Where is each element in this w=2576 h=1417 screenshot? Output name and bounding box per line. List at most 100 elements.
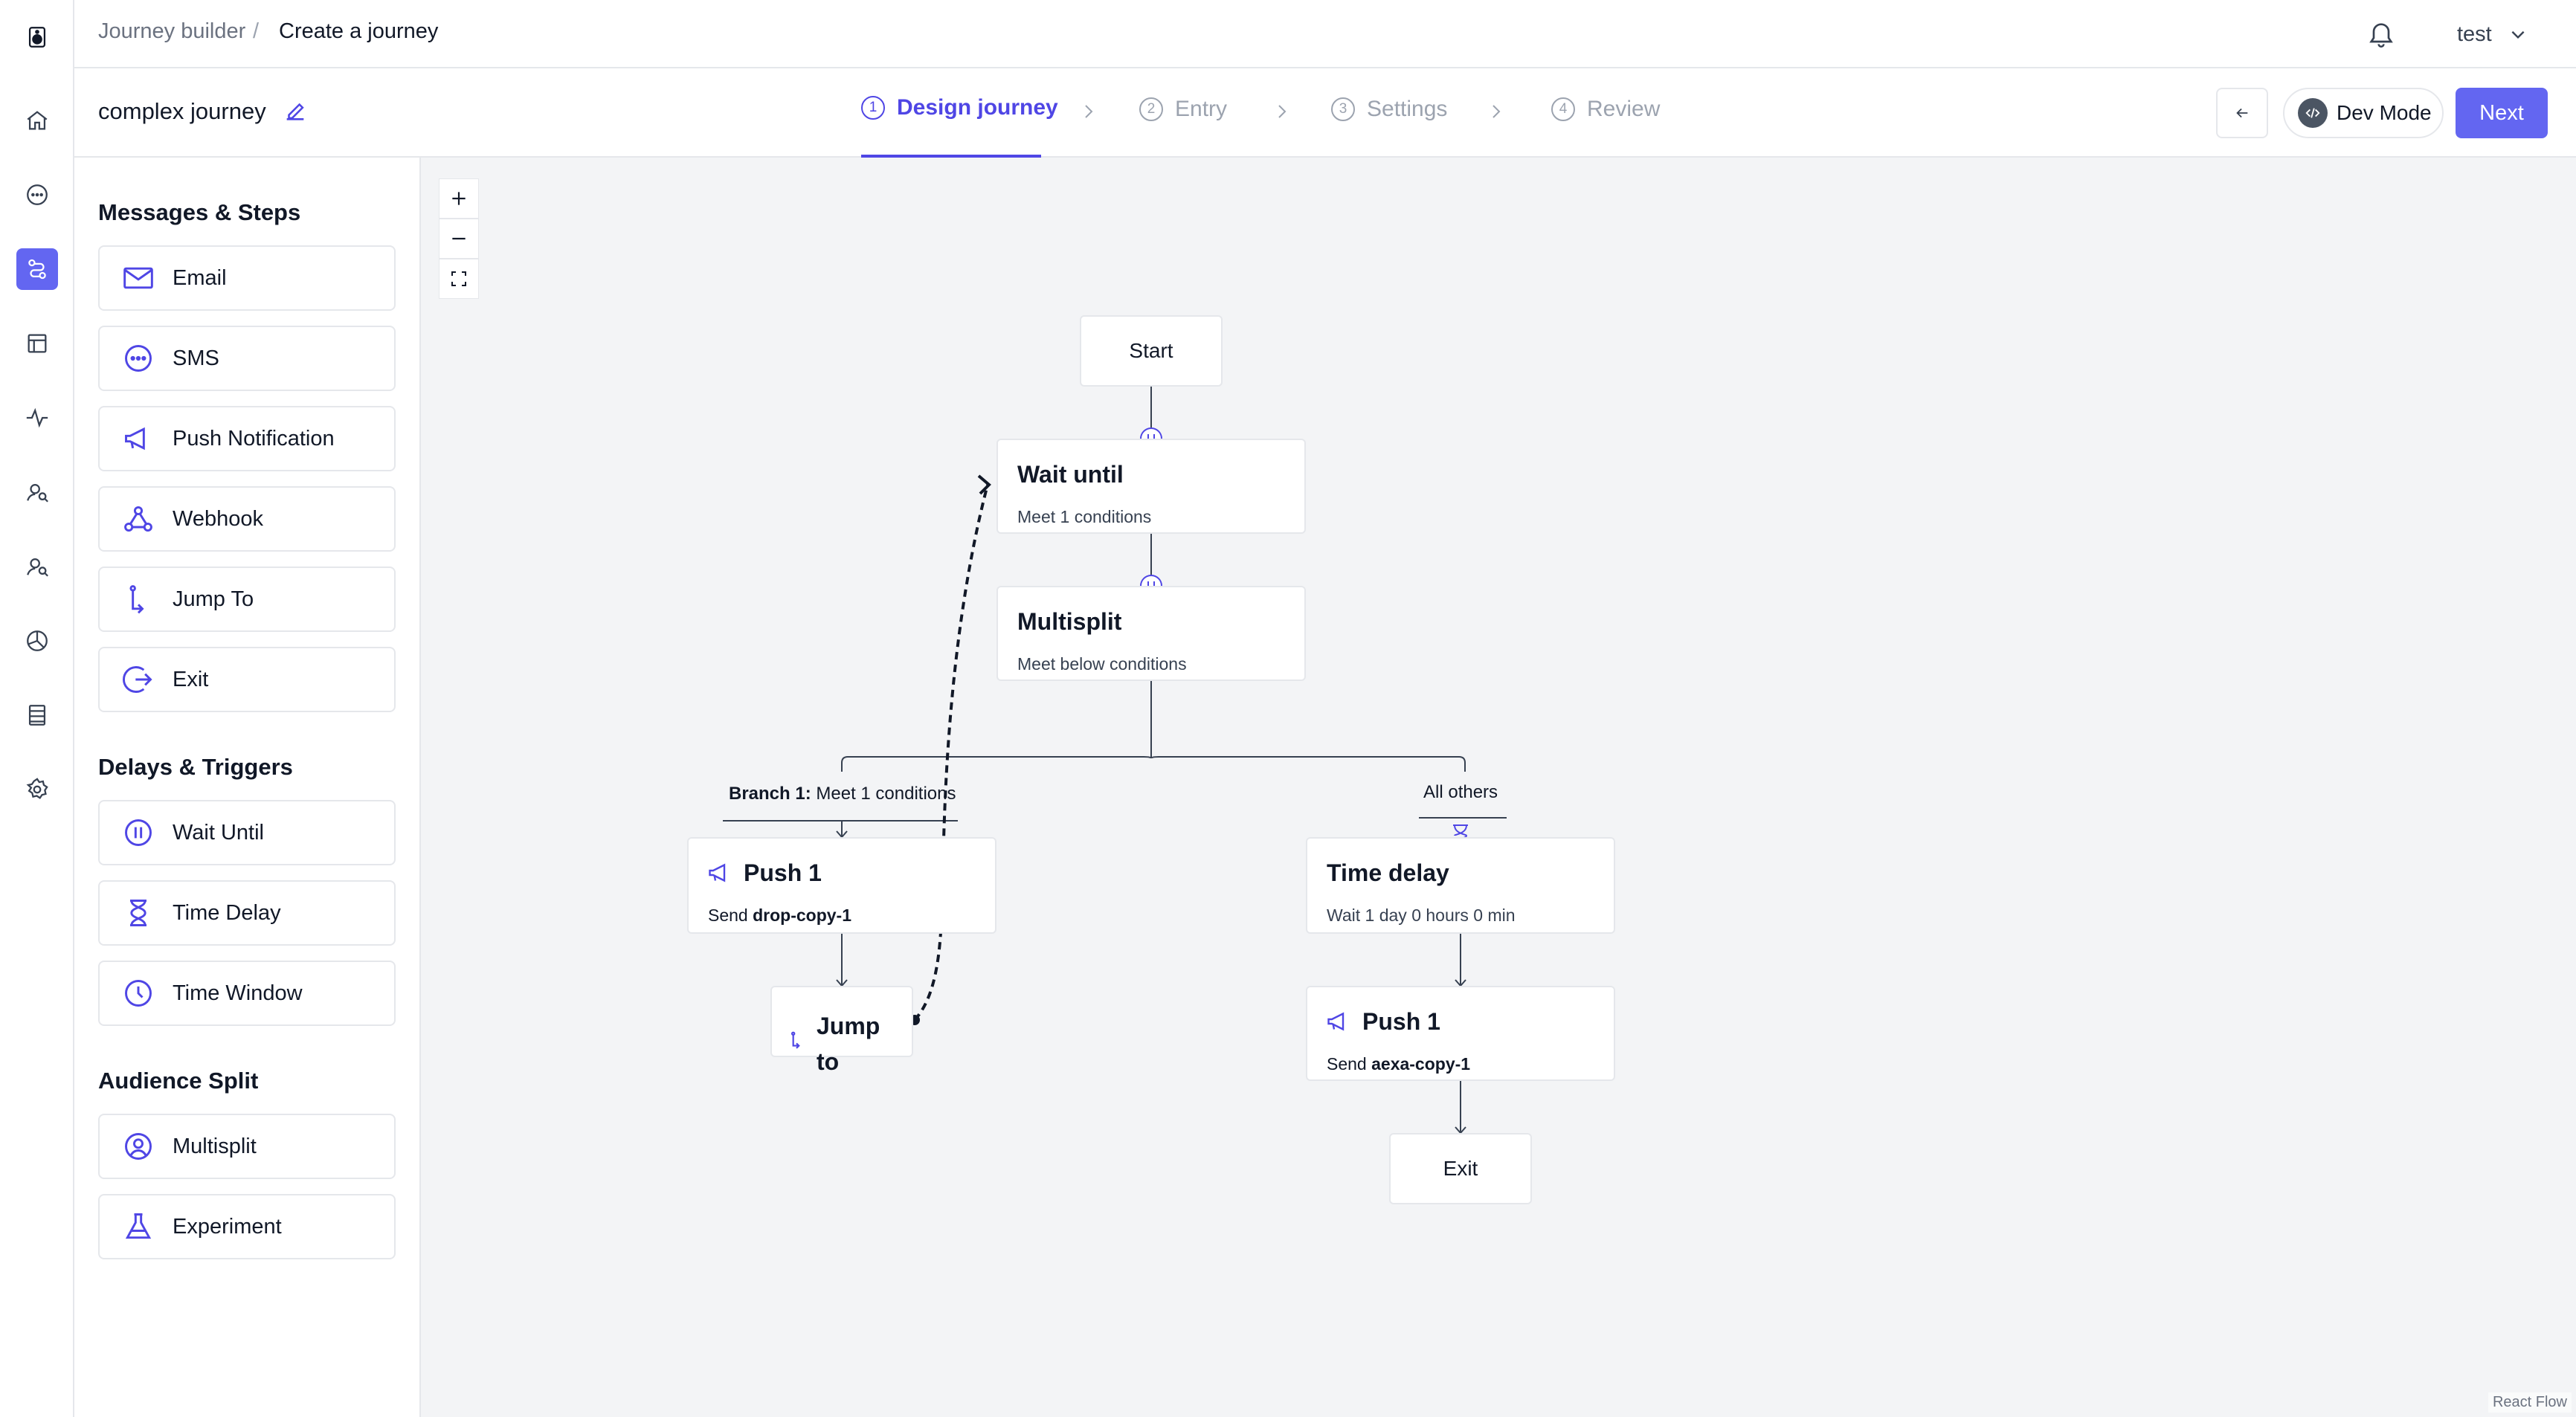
- react-flow-attribution[interactable]: React Flow: [2488, 1392, 2572, 1413]
- people-icon[interactable]: [16, 471, 58, 513]
- node-start[interactable]: Start: [1080, 315, 1223, 387]
- settings-gear-icon[interactable]: [16, 769, 58, 810]
- jump-dashed-edge: [913, 484, 989, 1021]
- palette-time-window[interactable]: Time Window: [98, 961, 396, 1026]
- sms-icon: [125, 345, 152, 372]
- step-number: 3: [1331, 97, 1355, 121]
- data-table-icon[interactable]: [16, 694, 58, 736]
- palette-exit[interactable]: Exit: [98, 647, 396, 712]
- palette-label: Time Delay: [173, 900, 281, 925]
- nav-rail: [0, 0, 74, 1417]
- node-title: Multisplit: [1017, 608, 1122, 635]
- edge-to-all-others: [1150, 756, 1466, 772]
- step-entry[interactable]: 2 Entry: [1139, 97, 1227, 122]
- chevron-right-icon: [1493, 105, 1501, 118]
- section-title: Delays & Triggers: [98, 754, 293, 780]
- app-logo-icon[interactable]: [16, 16, 58, 58]
- journeys-icon[interactable]: [16, 248, 58, 290]
- analytics-pie-icon[interactable]: [16, 620, 58, 662]
- node-subtitle: Meet below conditions: [1017, 654, 1187, 674]
- node-push-branch-1[interactable]: Push 1 Send drop-copy-1: [687, 837, 996, 934]
- step-review[interactable]: 4 Review: [1551, 97, 1660, 122]
- edit-pencil-icon[interactable]: [283, 98, 308, 123]
- palette-label: Exit: [173, 667, 209, 691]
- back-button[interactable]: [2216, 88, 2268, 138]
- palette-label: Experiment: [173, 1214, 282, 1239]
- flow-canvas[interactable]: Start Wait until Meet 1 conditions Multi…: [421, 158, 2576, 1417]
- node-title: Push 1: [1362, 1008, 1440, 1035]
- palette-multisplit[interactable]: Multisplit: [98, 1114, 396, 1179]
- palette-email[interactable]: Email: [98, 245, 396, 311]
- node-jump-to[interactable]: Jump to: [770, 986, 913, 1075]
- segments-icon[interactable]: [16, 546, 58, 587]
- palette-push-notification[interactable]: Push Notification: [98, 406, 396, 471]
- breadcrumb-root[interactable]: Journey builder: [98, 19, 245, 44]
- palette-label: Multisplit: [173, 1134, 257, 1158]
- breadcrumb-current: Create a journey: [279, 19, 439, 43]
- exit-icon: [123, 666, 152, 693]
- branch-label-text: Meet 1 conditions: [816, 784, 956, 804]
- palette-label: Webhook: [173, 506, 263, 531]
- palette-label: Email: [173, 265, 227, 290]
- webhook-icon: [124, 506, 152, 532]
- notification-bell-icon[interactable]: [2366, 18, 2396, 51]
- jump-arrow-icon: [790, 1031, 800, 1049]
- jump-arrow-icon: [129, 585, 144, 614]
- branch-label-prefix: Branch 1:: [729, 784, 811, 804]
- node-title: Push 1: [744, 859, 822, 886]
- node-title: Jump to: [817, 1008, 880, 1079]
- step-label: Settings: [1367, 97, 1448, 121]
- section-title: Messages & Steps: [98, 199, 301, 225]
- palette-jump-to[interactable]: Jump To: [98, 567, 396, 632]
- dev-mode-toggle[interactable]: Dev Mode: [2283, 88, 2444, 138]
- step-settings[interactable]: 3 Settings: [1331, 97, 1447, 122]
- node-push-all-others[interactable]: Push 1 Send aexa-copy-1: [1306, 986, 1615, 1081]
- node-title: Wait until: [1017, 461, 1124, 488]
- palette-webhook[interactable]: Webhook: [98, 486, 396, 552]
- user-circle-icon: [125, 1133, 152, 1160]
- node-title-line: to: [817, 1048, 840, 1075]
- node-title: Time delay: [1327, 859, 1449, 886]
- step-label: Entry: [1175, 97, 1228, 121]
- megaphone-icon: [125, 427, 145, 451]
- palette-label: Wait Until: [173, 820, 264, 845]
- user-name: test: [2457, 22, 2492, 46]
- top-bar: Journey builder / Create a journey test: [74, 0, 2576, 68]
- home-icon[interactable]: [16, 100, 58, 141]
- messages-icon[interactable]: [16, 174, 58, 216]
- step-number: 4: [1551, 97, 1575, 121]
- palette-label: Push Notification: [173, 426, 335, 451]
- palette-wait-until[interactable]: Wait Until: [98, 800, 396, 865]
- palette-experiment[interactable]: Experiment: [98, 1194, 396, 1259]
- hourglass-icon: [130, 900, 146, 926]
- step-number: 1: [861, 96, 885, 120]
- node-wait-until[interactable]: Wait until Meet 1 conditions: [996, 439, 1306, 534]
- templates-icon[interactable]: [16, 323, 58, 364]
- megaphone-icon: [709, 863, 726, 882]
- user-menu[interactable]: test: [2457, 16, 2528, 52]
- branch-1-label[interactable]: Branch 1: Meet 1 conditions: [729, 784, 956, 804]
- template-name: aexa-copy-1: [1371, 1054, 1471, 1074]
- palette-sms[interactable]: SMS: [98, 326, 396, 391]
- node-title-line: Jump: [817, 1013, 880, 1039]
- step-number: 2: [1139, 97, 1163, 121]
- node-subtitle-prefix: Send: [708, 906, 753, 925]
- flask-icon: [125, 1213, 152, 1239]
- clock-icon: [125, 980, 152, 1007]
- node-subtitle: Meet 1 conditions: [1017, 507, 1152, 526]
- activity-icon[interactable]: [16, 397, 58, 439]
- step-design-journey[interactable]: 1 Design journey: [861, 95, 1058, 120]
- journey-name: complex journey: [98, 98, 266, 124]
- next-button[interactable]: Next: [2456, 88, 2548, 138]
- node-time-delay[interactable]: Time delay Wait 1 day 0 hours 0 min: [1306, 837, 1615, 934]
- template-name: drop-copy-1: [753, 906, 851, 925]
- step-palette: Messages & Steps Email SMS Push Notifica…: [74, 158, 421, 1417]
- megaphone-icon: [1327, 1012, 1345, 1031]
- all-others-label[interactable]: All others: [1423, 782, 1498, 803]
- node-exit[interactable]: Exit: [1389, 1133, 1532, 1204]
- palette-time-delay[interactable]: Time Delay: [98, 880, 396, 946]
- edge-to-branch-1: [841, 756, 1152, 772]
- arrow-left-icon: [2236, 108, 2248, 118]
- node-subtitle-prefix: Send: [1327, 1054, 1372, 1074]
- node-multisplit[interactable]: Multisplit Meet below conditions: [996, 586, 1306, 681]
